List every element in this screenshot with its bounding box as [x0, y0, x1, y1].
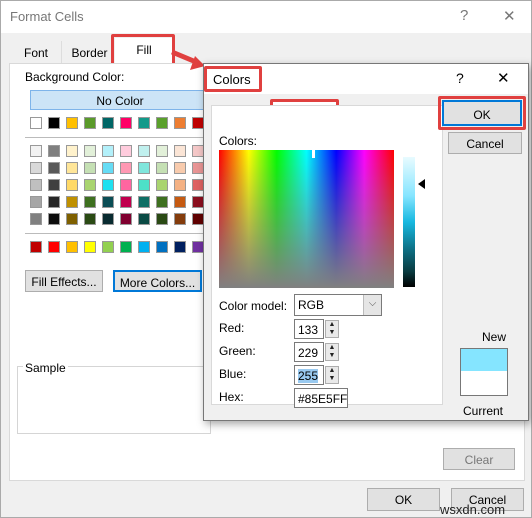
- current-color-swatch: [461, 371, 507, 395]
- green-input[interactable]: 229: [294, 342, 324, 362]
- red-input[interactable]: 133: [294, 319, 324, 339]
- red-label: Red:: [219, 321, 245, 335]
- hex-input[interactable]: #85E5FF: [294, 388, 348, 408]
- new-color-swatch: [461, 349, 507, 371]
- blue-input[interactable]: 255: [294, 365, 324, 385]
- green-label: Green:: [219, 344, 256, 358]
- color-spectrum-picker[interactable]: [219, 150, 394, 288]
- luminance-slider[interactable]: [403, 157, 415, 287]
- blue-spinner[interactable]: ▲ ▼: [325, 366, 339, 384]
- color-model-value: RGB: [298, 298, 325, 312]
- chevron-down-icon[interactable]: ⌵: [363, 295, 381, 315]
- new-label: New: [481, 330, 506, 344]
- color-model-label: Color model:: [219, 299, 288, 313]
- current-label: Current: [462, 404, 503, 418]
- colors-cancel-button[interactable]: Cancel: [448, 132, 522, 154]
- hex-label: Hex:: [219, 390, 244, 404]
- colors-label: Colors:: [219, 134, 258, 148]
- color-preview: [460, 348, 508, 396]
- green-spinner[interactable]: ▲ ▼: [325, 343, 339, 361]
- spectrum-crosshair[interactable]: [312, 150, 315, 158]
- highlight-ok-button: [438, 96, 526, 130]
- color-model-select[interactable]: RGB ⌵: [294, 294, 382, 316]
- colors-help-icon[interactable]: ?: [456, 70, 464, 86]
- luminance-pointer-icon[interactable]: [418, 179, 425, 189]
- arrow-fill-to-colors: [171, 49, 205, 70]
- red-spinner[interactable]: ▲ ▼: [325, 320, 339, 338]
- colors-close-icon[interactable]: ✕: [497, 69, 510, 87]
- highlight-colors-title: [204, 66, 262, 92]
- blue-value-selected: 255: [298, 369, 319, 383]
- blue-label: Blue:: [219, 367, 247, 381]
- watermark: wsxdn.com: [440, 502, 506, 517]
